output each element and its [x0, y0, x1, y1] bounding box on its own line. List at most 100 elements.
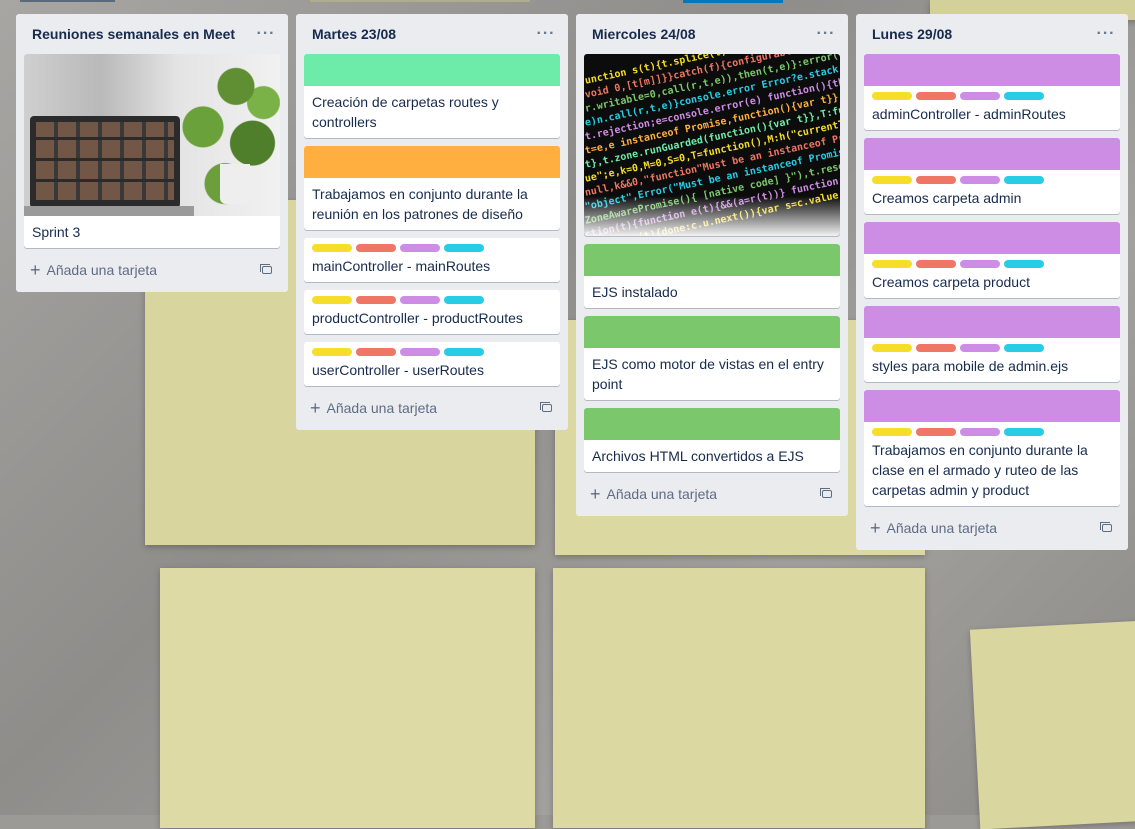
label-sky[interactable]	[1004, 176, 1044, 184]
label-sky[interactable]	[1004, 92, 1044, 100]
label-red[interactable]	[356, 244, 396, 252]
card-cover	[864, 390, 1120, 422]
card[interactable]: productController - productRoutes	[304, 290, 560, 334]
ellipsis-icon[interactable]: ···	[812, 20, 840, 48]
card-title: Creamos carpeta product	[872, 274, 1030, 290]
label-sky[interactable]	[1004, 344, 1044, 352]
label-sky[interactable]	[444, 296, 484, 304]
card-cover-image	[24, 54, 280, 216]
card-title: EJS instalado	[592, 284, 678, 300]
card-template-icon[interactable]	[260, 264, 274, 276]
list-header: Lunes 29/08 ···	[864, 14, 1120, 54]
label-yellow[interactable]	[872, 176, 912, 184]
label-red[interactable]	[916, 260, 956, 268]
add-card-row: + Añada una tarjeta	[304, 394, 560, 422]
card-labels	[872, 428, 1112, 436]
card-title: userController - userRoutes	[312, 362, 484, 378]
label-purple[interactable]	[960, 260, 1000, 268]
label-red[interactable]	[916, 428, 956, 436]
label-purple[interactable]	[400, 296, 440, 304]
card[interactable]: Trabajamos en conjunto durante la clase …	[864, 390, 1120, 506]
list-header: Reuniones semanales en Meet ···	[24, 14, 280, 54]
card-title: Creamos carpeta admin	[872, 190, 1022, 206]
label-purple[interactable]	[960, 344, 1000, 352]
label-yellow[interactable]	[872, 428, 912, 436]
card-labels	[312, 296, 552, 304]
card[interactable]: adminController - adminRoutes	[864, 54, 1120, 130]
label-red[interactable]	[356, 296, 396, 304]
card-cover	[584, 408, 840, 440]
list-title[interactable]: Martes 23/08	[312, 26, 396, 42]
card[interactable]: Creación de carpetas routes y controller…	[304, 54, 560, 138]
label-yellow[interactable]	[872, 92, 912, 100]
card[interactable]: EJS instalado	[584, 244, 840, 308]
card-title: Trabajamos en conjunto durante la clase …	[872, 442, 1088, 498]
card-template-icon[interactable]	[820, 488, 834, 500]
label-red[interactable]	[916, 344, 956, 352]
ellipsis-icon[interactable]: ···	[1092, 20, 1120, 48]
list-reuniones[interactable]: Reuniones semanales en Meet ··· Sprint 3…	[16, 14, 288, 292]
ellipsis-icon[interactable]: ···	[532, 20, 560, 48]
add-card-label: Añada una tarjeta	[46, 262, 158, 278]
label-red[interactable]	[916, 92, 956, 100]
list-title[interactable]: Lunes 29/08	[872, 26, 952, 42]
sticky-note	[553, 568, 925, 828]
card[interactable]: Trabajamos en conjunto durante la reunió…	[304, 146, 560, 230]
card[interactable]: Archivos HTML convertidos a EJS	[584, 408, 840, 472]
label-purple[interactable]	[960, 92, 1000, 100]
label-red[interactable]	[356, 348, 396, 356]
label-yellow[interactable]	[312, 348, 352, 356]
card-template-icon[interactable]	[1100, 522, 1114, 534]
card-cover	[864, 306, 1120, 338]
card[interactable]: EJS como motor de vistas en el entry poi…	[584, 316, 840, 400]
list-title[interactable]: Miercoles 24/08	[592, 26, 696, 42]
plus-icon: +	[310, 398, 321, 418]
add-card-button[interactable]: + Añada una tarjeta	[590, 484, 717, 504]
card-title: mainController - mainRoutes	[312, 258, 491, 274]
label-yellow[interactable]	[312, 244, 352, 252]
card[interactable]: unction s(t){t.splice(t,catch(f){t}),0bj…	[584, 54, 840, 236]
list-header: Miercoles 24/08 ···	[584, 14, 840, 54]
label-yellow[interactable]	[872, 260, 912, 268]
card-labels	[312, 244, 552, 252]
card-cover	[584, 244, 840, 276]
label-yellow[interactable]	[872, 344, 912, 352]
label-red[interactable]	[916, 176, 956, 184]
add-card-row: + Añada una tarjeta	[584, 480, 840, 508]
list-miercoles[interactable]: Miercoles 24/08 ··· unction s(t){t.splic…	[576, 14, 848, 516]
card[interactable]: userController - userRoutes	[304, 342, 560, 386]
pot-image-part	[220, 164, 250, 204]
label-yellow[interactable]	[312, 296, 352, 304]
label-purple[interactable]	[400, 348, 440, 356]
add-card-button[interactable]: + Añada una tarjeta	[310, 398, 437, 418]
card-title: adminController - adminRoutes	[872, 106, 1066, 122]
card-title: Sprint 3	[32, 224, 81, 240]
add-card-row: + Añada una tarjeta	[24, 256, 280, 284]
label-sky[interactable]	[1004, 428, 1044, 436]
card-title: productController - productRoutes	[312, 310, 523, 326]
add-card-button[interactable]: + Añada una tarjeta	[870, 519, 997, 537]
label-purple[interactable]	[400, 244, 440, 252]
ellipsis-icon[interactable]: ···	[252, 20, 280, 48]
card[interactable]: Sprint 3	[24, 54, 280, 248]
card-cover	[584, 316, 840, 348]
add-card-button[interactable]: + Añada una tarjeta	[30, 261, 158, 279]
list-martes[interactable]: Martes 23/08 ··· Creación de carpetas ro…	[296, 14, 568, 430]
list-title[interactable]: Reuniones semanales en Meet	[32, 26, 235, 42]
label-purple[interactable]	[960, 176, 1000, 184]
label-sky[interactable]	[444, 348, 484, 356]
card[interactable]: Creamos carpeta product	[864, 222, 1120, 298]
card[interactable]: styles para mobile de admin.ejs	[864, 306, 1120, 382]
board-header-fragment	[20, 0, 115, 2]
list-lunes[interactable]: Lunes 29/08 ··· adminController - adminR…	[856, 14, 1128, 550]
card-template-icon[interactable]	[540, 402, 554, 414]
list-header: Martes 23/08 ···	[304, 14, 560, 54]
plus-icon: +	[590, 484, 601, 504]
label-sky[interactable]	[1004, 260, 1044, 268]
label-sky[interactable]	[444, 244, 484, 252]
card[interactable]: Creamos carpeta admin	[864, 138, 1120, 214]
card[interactable]: mainController - mainRoutes	[304, 238, 560, 282]
add-card-row: + Añada una tarjeta	[864, 514, 1120, 542]
sticky-note	[160, 568, 535, 828]
label-purple[interactable]	[960, 428, 1000, 436]
